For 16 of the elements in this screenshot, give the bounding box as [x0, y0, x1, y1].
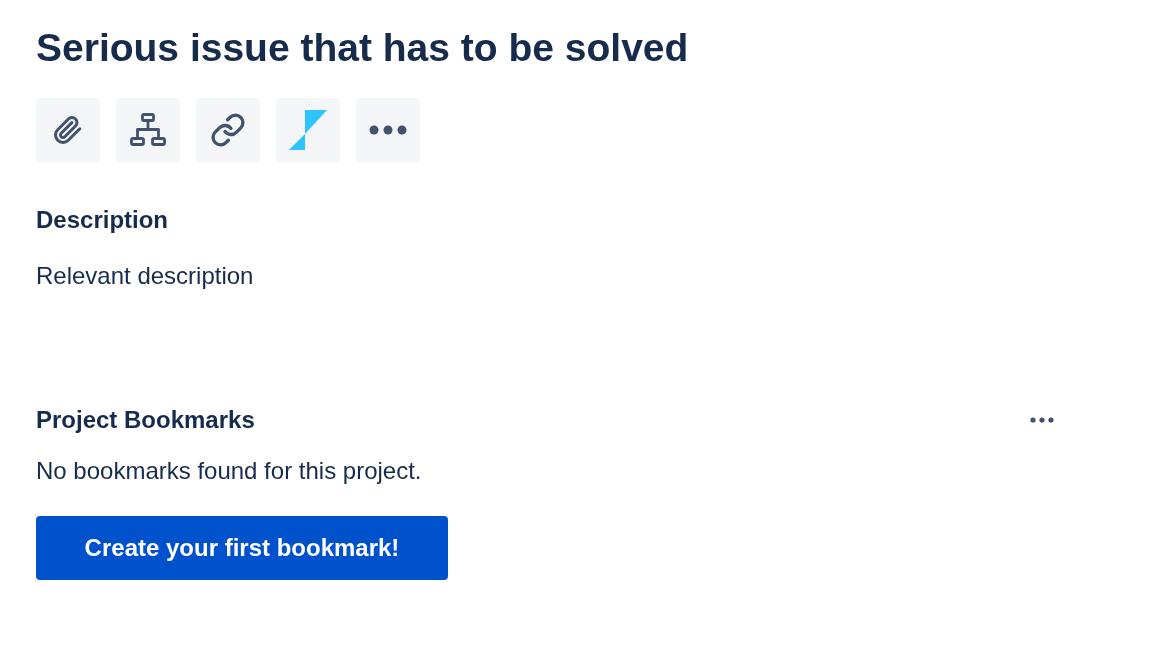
- child-issues-button[interactable]: [116, 98, 180, 162]
- section-heading: Description: [36, 205, 169, 235]
- link-button[interactable]: [196, 98, 260, 162]
- description-text: Relevant description: [36, 261, 254, 291]
- link-icon: [210, 112, 246, 148]
- paperclip-icon: [53, 115, 83, 145]
- more-icon: [1030, 417, 1054, 423]
- hierarchy-icon: [130, 112, 166, 148]
- empty-message: No bookmarks found for this project.: [36, 456, 422, 486]
- attach-button[interactable]: [36, 98, 100, 162]
- more-icon: [369, 125, 407, 135]
- section-heading: Project Bookmarks: [36, 405, 255, 435]
- issue-title: Serious issue that has to be solved: [36, 25, 689, 71]
- app-logo-icon: [289, 110, 327, 150]
- more-button[interactable]: [356, 98, 420, 162]
- create-bookmark-button[interactable]: Create your first bookmark!: [36, 516, 448, 580]
